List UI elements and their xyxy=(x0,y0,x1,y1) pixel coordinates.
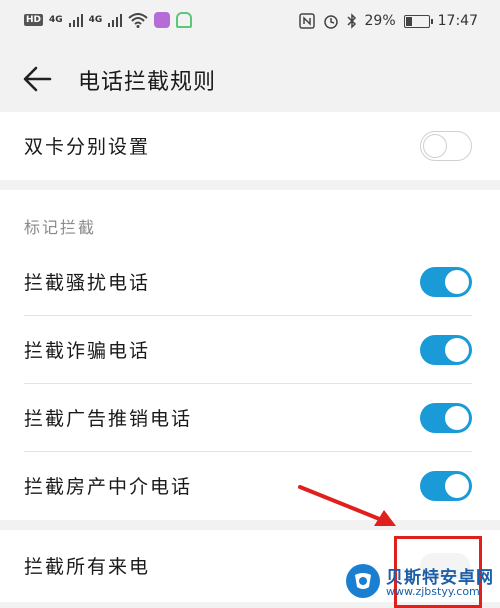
network-type-1: 4G xyxy=(49,15,63,25)
row-label: 拦截诈骗电话 xyxy=(24,340,151,362)
bell-icon xyxy=(176,12,193,28)
toggle-knob xyxy=(445,270,469,294)
section-title: 标记拦截 xyxy=(24,218,97,237)
signal-icon-2 xyxy=(108,13,123,27)
bluetooth-icon xyxy=(346,13,356,29)
watermark-logo-icon xyxy=(355,573,371,589)
battery-percent: 29% xyxy=(364,13,396,29)
battery-icon xyxy=(403,14,433,28)
toggle-knob xyxy=(423,134,447,158)
block-fraud-toggle[interactable] xyxy=(420,335,472,365)
network-type-2: 4G xyxy=(88,15,103,25)
app-header: 电话拦截规则 xyxy=(0,46,500,112)
nfc-icon xyxy=(298,13,315,29)
toggle-knob xyxy=(445,338,469,362)
block-ads-toggle[interactable] xyxy=(420,403,472,433)
row-label: 拦截广告推销电话 xyxy=(24,408,193,430)
watermark-logo: 贝斯特安卓网 www.zjbstyy.com xyxy=(344,562,496,602)
toggle-knob xyxy=(445,406,469,430)
status-right: 29% 17:47 xyxy=(298,13,478,29)
clock-time: 17:47 xyxy=(437,13,478,29)
alarm-icon xyxy=(323,15,338,29)
row-dual-sim[interactable]: 双卡分别设置 xyxy=(0,112,500,180)
app-notification-icon xyxy=(154,12,171,28)
signal-icon xyxy=(68,13,83,27)
wifi-icon xyxy=(128,13,148,28)
page-title: 电话拦截规则 xyxy=(78,70,217,95)
dual-sim-toggle[interactable] xyxy=(420,131,472,161)
watermark-url: www.zjbstyy.com xyxy=(386,585,480,598)
row-block-ads[interactable]: 拦截广告推销电话 xyxy=(0,384,500,452)
row-block-harassment[interactable]: 拦截骚扰电话 xyxy=(0,248,500,316)
hd-badge: HD xyxy=(24,14,44,26)
toggle-knob xyxy=(445,474,469,498)
block-harassment-toggle[interactable] xyxy=(420,267,472,297)
status-bar: HD 4G 4G 29% 17:47 xyxy=(0,0,500,46)
row-block-fraud[interactable]: 拦截诈骗电话 xyxy=(0,316,500,384)
row-label: 拦截所有来电 xyxy=(24,556,151,578)
row-label: 双卡分别设置 xyxy=(24,136,151,158)
status-left: HD 4G 4G xyxy=(24,12,193,28)
annotation-arrow-icon xyxy=(298,485,396,526)
back-arrow-icon[interactable] xyxy=(20,62,54,96)
section-mark-block: 标记拦截 xyxy=(0,190,500,248)
block-agent-toggle[interactable] xyxy=(420,471,472,501)
row-block-agent[interactable]: 拦截房产中介电话 xyxy=(0,452,500,520)
row-label: 拦截骚扰电话 xyxy=(24,272,151,294)
row-label: 拦截房产中介电话 xyxy=(24,476,193,498)
